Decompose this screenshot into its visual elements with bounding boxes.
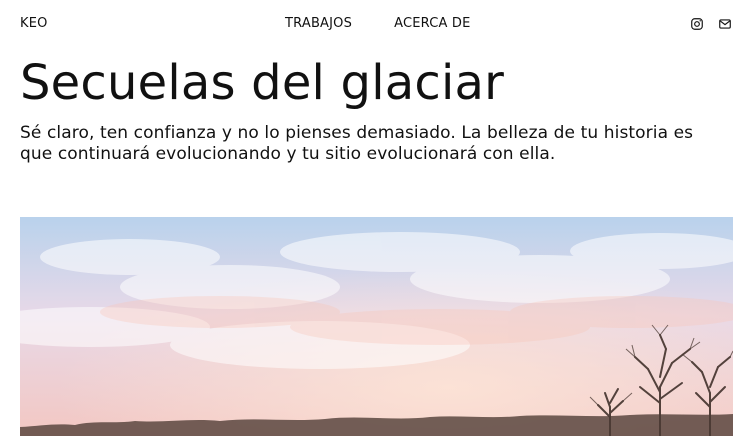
- main-nav: TRABAJOS ACERCA DE: [285, 16, 471, 31]
- nav-item-trabajos[interactable]: TRABAJOS: [285, 16, 352, 31]
- brand-link[interactable]: KEO: [20, 16, 48, 31]
- instagram-icon[interactable]: [690, 16, 704, 30]
- hero-image: [20, 217, 733, 436]
- nav-item-acerca-de[interactable]: ACERCA DE: [394, 16, 470, 31]
- social-links: [690, 16, 732, 30]
- mail-icon[interactable]: [718, 16, 732, 30]
- sunset-landscape-image: [20, 217, 733, 436]
- intro-paragraph: Sé claro, ten confianza y no lo pienses …: [20, 123, 694, 164]
- page-title: Secuelas del glaciar: [20, 55, 505, 111]
- page: KEO TRABAJOS ACERCA DE Secuelas del glac…: [0, 0, 750, 436]
